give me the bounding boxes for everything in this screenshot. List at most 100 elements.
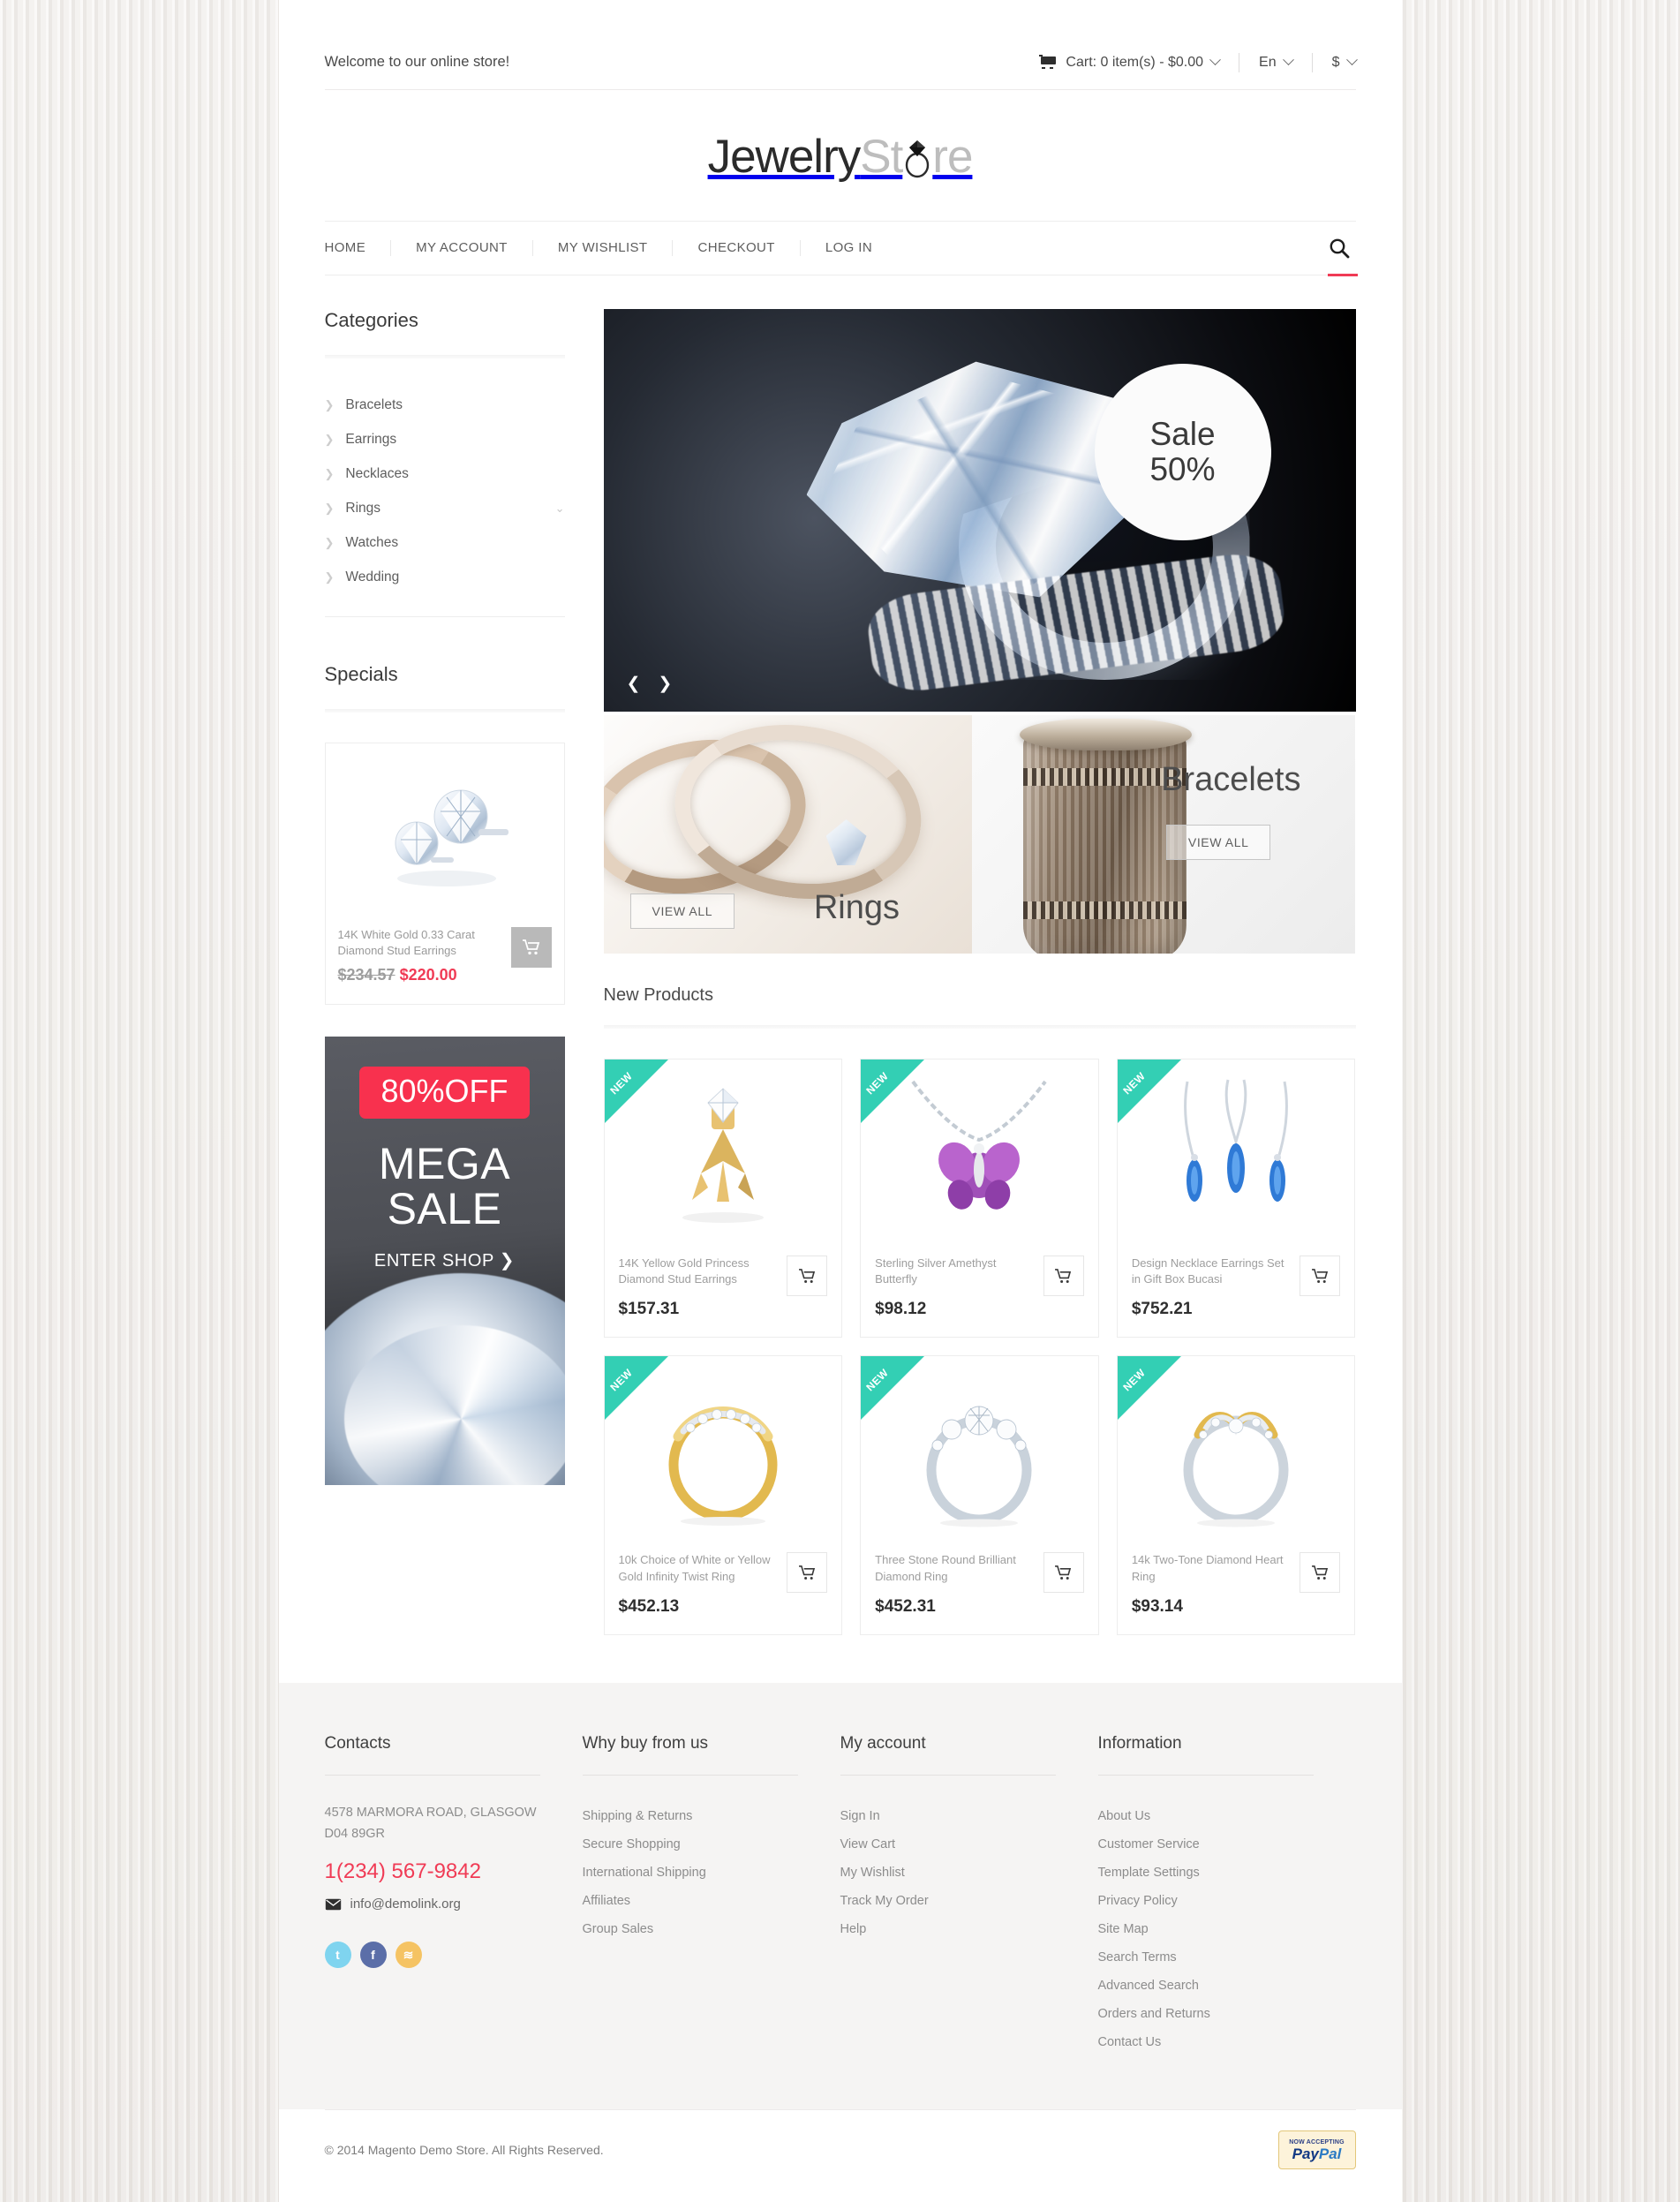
footer-link[interactable]: Site Map: [1098, 1915, 1314, 1943]
hero-slider[interactable]: Sale 50% ❮ ❯: [603, 309, 1356, 712]
sidebar-item-necklaces[interactable]: ❯ Necklaces: [325, 457, 565, 492]
logo-light-text: St: [860, 131, 903, 183]
currency-switcher[interactable]: $: [1313, 54, 1358, 71]
footer-link[interactable]: International Shipping: [583, 1859, 798, 1887]
enter-shop-link[interactable]: ENTER SHOP ❯: [325, 1249, 565, 1271]
divider: [1097, 1774, 1314, 1776]
topbar-wrap: Welcome to our online store! Cart: 0 ite…: [324, 35, 1358, 90]
product-card[interactable]: NEW: [603, 1355, 843, 1635]
sidebar-item-watches[interactable]: ❯ Watches: [325, 526, 565, 561]
cart-link[interactable]: Cart: 0 item(s) - $0.00: [1039, 54, 1239, 71]
chevron-right-icon[interactable]: ❯: [658, 674, 672, 694]
product-text: 14k Two-Tone Diamond Heart Ring $93.14: [1132, 1552, 1300, 1616]
sidebar-item-rings[interactable]: ❯ Rings ⌄: [325, 492, 565, 526]
footer-link[interactable]: My Wishlist: [840, 1859, 1056, 1887]
product-meta: Three Stone Round Brilliant Diamond Ring…: [861, 1549, 1098, 1633]
footer-link[interactable]: Contact Us: [1098, 2028, 1314, 2056]
footer-link[interactable]: About Us: [1098, 1802, 1314, 1830]
footer-link[interactable]: View Cart: [840, 1830, 1056, 1859]
product-text: 14K Yellow Gold Princess Diamond Stud Ea…: [619, 1256, 787, 1319]
footer-link[interactable]: Track My Order: [840, 1887, 1056, 1915]
categories-title: Categories: [324, 309, 418, 331]
nav-item-my-account[interactable]: MY ACCOUNT: [391, 240, 533, 256]
view-all-button[interactable]: VIEW ALL: [629, 894, 735, 929]
footer-link[interactable]: Privacy Policy: [1098, 1887, 1314, 1915]
promo-tile-bracelets[interactable]: Bracelets VIEW ALL: [971, 715, 1356, 954]
product-price: $452.13: [618, 1596, 680, 1616]
chevron-left-icon[interactable]: ❮: [627, 674, 641, 694]
product-card[interactable]: NEW: [1116, 1355, 1356, 1635]
chevron-down-icon: [1209, 54, 1221, 66]
divider: [603, 1025, 1356, 1029]
nav-item-my-wishlist[interactable]: MY WISHLIST: [533, 240, 674, 256]
footer-link[interactable]: Secure Shopping: [583, 1830, 798, 1859]
cart-icon: [1039, 55, 1058, 70]
sidebar-item-wedding[interactable]: ❯ Wedding: [325, 561, 565, 595]
divider: [324, 355, 565, 358]
product-meta: Sterling Silver Amethyst Butterfly $98.1…: [861, 1252, 1098, 1337]
nav-item-home[interactable]: HOME: [325, 240, 392, 256]
add-to-cart-button[interactable]: [1300, 1552, 1341, 1594]
facebook-icon[interactable]: f: [359, 1942, 387, 1969]
store-phone[interactable]: 1(234) 567-9842: [325, 1859, 540, 1884]
mega-sale-banner[interactable]: 80%OFF MEGA SALE ENTER SHOP ❯: [324, 1037, 565, 1486]
search-icon[interactable]: [1327, 237, 1358, 276]
footer-link[interactable]: Search Terms: [1098, 1943, 1314, 1972]
old-price: $234.57: [337, 966, 396, 984]
language-switcher[interactable]: En: [1239, 54, 1312, 71]
add-to-cart-button[interactable]: [787, 1256, 828, 1296]
sidebar: Categories ❯ Bracelets ❯ Earrings ❯ Neck…: [324, 309, 565, 1635]
product-card[interactable]: NEW: [603, 1059, 843, 1339]
main-wrap: Categories ❯ Bracelets ❯ Earrings ❯ Neck…: [324, 275, 1356, 1635]
footer-link[interactable]: Orders and Returns: [1098, 2000, 1314, 2028]
special-product-card[interactable]: 14K White Gold 0.33 Carat Diamond Stud E…: [324, 743, 565, 1006]
product-name: 10k Choice of White or Yellow Gold Infin…: [618, 1553, 771, 1583]
footer-link[interactable]: Group Sales: [583, 1915, 798, 1943]
footer-link[interactable]: Shipping & Returns: [583, 1802, 798, 1830]
promo-label: Bracelets: [1161, 761, 1301, 798]
twitter-icon[interactable]: t: [324, 1942, 351, 1969]
footer-link[interactable]: Advanced Search: [1098, 1972, 1314, 2000]
store-email-row[interactable]: info@demolink.org: [325, 1897, 540, 1912]
footer-link[interactable]: Template Settings: [1098, 1859, 1314, 1887]
add-to-cart-button[interactable]: [1043, 1552, 1084, 1594]
footer-link[interactable]: Sign In: [840, 1802, 1056, 1830]
product-price: $752.21: [1131, 1300, 1193, 1319]
product-card[interactable]: NEW: [1116, 1059, 1356, 1339]
product-text: Design Necklace Earrings Set in Gift Box…: [1132, 1256, 1300, 1319]
topbar: Welcome to our online store! Cart: 0 ite…: [324, 35, 1358, 90]
product-card[interactable]: NEW: [860, 1059, 1099, 1339]
add-to-cart-button[interactable]: [510, 927, 552, 968]
product-text: Three Stone Round Brilliant Diamond Ring…: [875, 1552, 1043, 1616]
add-to-cart-button[interactable]: [1043, 1256, 1084, 1296]
footer-link[interactable]: Help: [840, 1915, 1056, 1943]
diamond-ring-icon: [902, 134, 932, 180]
hero-navigation: ❮ ❯: [627, 674, 673, 694]
footer-link[interactable]: Customer Service: [1098, 1830, 1314, 1859]
logo-light-tail: re: [932, 131, 973, 183]
add-to-cart-button[interactable]: [787, 1552, 828, 1594]
divider: [324, 709, 565, 713]
promo-tile-rings[interactable]: Rings VIEW ALL: [603, 715, 972, 954]
site-logo[interactable]: JewelrySt re: [708, 130, 974, 184]
new-price: $220.00: [399, 966, 457, 984]
sidebar-item-bracelets[interactable]: ❯ Bracelets: [325, 388, 565, 423]
footer-column-why-buy: Why buy from us Shipping & Returns Secur…: [582, 1734, 840, 2056]
footer-link[interactable]: Affiliates: [583, 1887, 798, 1915]
product-price: $98.12: [875, 1300, 927, 1319]
sidebar-item-earrings[interactable]: ❯ Earrings: [325, 423, 565, 457]
nav-item-checkout[interactable]: CHECKOUT: [673, 240, 801, 256]
add-to-cart-button[interactable]: [1300, 1256, 1341, 1296]
view-all-button[interactable]: VIEW ALL: [1165, 825, 1271, 860]
nav-item-log-in[interactable]: LOG IN: [801, 240, 897, 256]
rss-icon[interactable]: ≋: [395, 1942, 422, 1969]
product-price: $93.14: [1131, 1596, 1183, 1616]
category-label: Bracelets: [345, 397, 403, 412]
product-card[interactable]: NEW: [860, 1355, 1099, 1635]
logo-bar: JewelrySt re: [279, 90, 1402, 221]
chevron-down-icon[interactable]: ⌄: [555, 501, 565, 516]
product-meta: 10k Choice of White or Yellow Gold Infin…: [605, 1549, 842, 1633]
sale-badge-line2: 50%: [1149, 451, 1216, 487]
copyright-text: © 2014 Magento Demo Store. All Rights Re…: [324, 2143, 604, 2158]
